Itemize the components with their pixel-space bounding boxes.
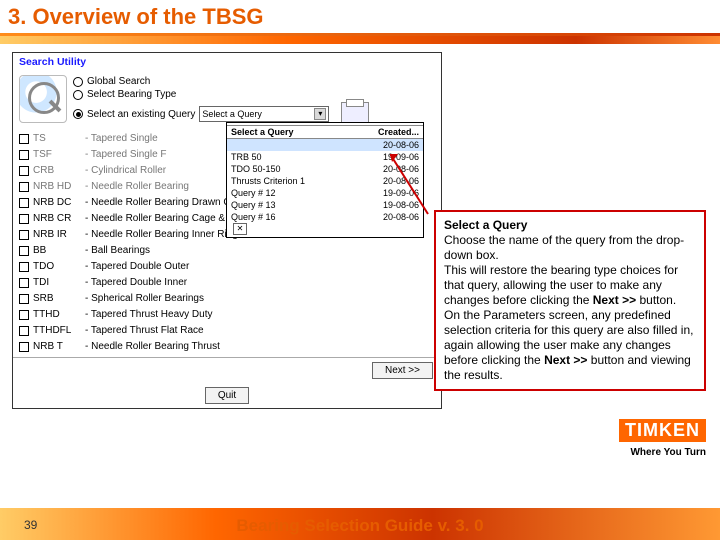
type-code: SRB (33, 291, 81, 307)
callout-line: Choose the name of the query from the dr… (444, 233, 684, 262)
bearing-type-row[interactable]: TTHDFL- Tapered Thrust Flat Race (19, 323, 435, 339)
callout-arrow (390, 154, 430, 224)
search-mode-group: Global Search Select Bearing Type Select… (73, 75, 435, 127)
radio-icon (73, 90, 83, 100)
type-name: - Tapered Double Inner (85, 275, 187, 291)
magnifier-icon (19, 75, 67, 123)
panel-heading: Search Utility (13, 53, 441, 71)
callout-next: Next >> (544, 353, 587, 367)
radio-label: Global Search (87, 76, 150, 87)
radio-global[interactable]: Global Search (73, 75, 435, 88)
bearing-type-row[interactable]: TTHD- Tapered Thrust Heavy Duty (19, 307, 435, 323)
dropdown-header-left: Select a Query (231, 127, 294, 137)
quit-button[interactable]: Quit (205, 387, 249, 404)
type-code: CRB (33, 163, 81, 179)
dropdown-item-name: Thrusts Criterion 1 (231, 175, 305, 187)
slide-title: 3. Overview of the TBSG (0, 0, 720, 36)
type-name: - Needle Roller Bearing Drawn Cup (85, 195, 242, 211)
brand-logo: TIMKEN (619, 419, 706, 442)
callout-line: button. (639, 293, 676, 307)
bearing-type-row[interactable]: NRB T- Needle Roller Bearing Thrust (19, 339, 435, 355)
type-code: TTHDFL (33, 323, 81, 339)
dropdown-item-name: TDO 50-150 (231, 163, 281, 175)
type-name: - Needle Roller Bearing (85, 179, 189, 195)
checkbox-icon[interactable] (19, 278, 29, 288)
slide-content: Search Utility Global Search Select Bear… (0, 44, 720, 504)
checkbox-icon[interactable] (19, 310, 29, 320)
dropdown-item-name: Query # 16 (231, 211, 276, 223)
dropdown-item[interactable]: 20-08-06 (227, 139, 423, 151)
type-code: NRB HD (33, 179, 81, 195)
checkbox-icon[interactable] (19, 214, 29, 224)
dropdown-header: Select a Query Created... (227, 126, 423, 139)
dropdown-item-name: Query # 12 (231, 187, 276, 199)
panel-top: Global Search Select Bearing Type Select… (13, 71, 441, 129)
type-name: - Tapered Double Outer (85, 259, 189, 275)
type-code: NRB T (33, 339, 81, 355)
type-code: NRB DC (33, 195, 81, 211)
bearing-type-row[interactable]: TDI- Tapered Double Inner (19, 275, 435, 291)
chevron-down-icon[interactable]: ▾ (314, 108, 326, 120)
checkbox-icon[interactable] (19, 230, 29, 240)
callout-next: Next >> (593, 293, 636, 307)
bearing-type-row[interactable]: SRB- Spherical Roller Bearings (19, 291, 435, 307)
checkbox-icon[interactable] (19, 198, 29, 208)
panel-buttons-2: Quit (13, 383, 441, 408)
type-name: - Needle Roller Bearing Inner Rings (85, 227, 243, 243)
radio-bearing-type[interactable]: Select Bearing Type (73, 88, 435, 101)
radio-icon (73, 77, 83, 87)
type-code: TS (33, 131, 81, 147)
radio-label: Select Bearing Type (87, 89, 176, 100)
checkbox-icon[interactable] (19, 166, 29, 176)
type-code: TTHD (33, 307, 81, 323)
brand-block: TIMKEN Where You Turn (619, 419, 706, 460)
checkbox-icon[interactable] (19, 246, 29, 256)
type-name: - Cylindrical Roller (85, 163, 166, 179)
dropdown-item-date: 20-08-06 (383, 139, 419, 151)
type-name: - Tapered Single (85, 131, 158, 147)
radio-label: Select an existing Query (87, 109, 195, 120)
type-name: - Spherical Roller Bearings (85, 291, 204, 307)
checkbox-icon[interactable] (19, 342, 29, 352)
checkbox-icon[interactable] (19, 134, 29, 144)
type-name: - Tapered Thrust Heavy Duty (85, 307, 212, 323)
type-name: - Needle Roller Bearing Thrust (85, 339, 220, 355)
type-name: - Ball Bearings (85, 243, 150, 259)
select-value: Select a Query (202, 109, 262, 119)
bearing-type-row[interactable]: BB- Ball Bearings (19, 243, 435, 259)
type-name: - Tapered Thrust Flat Race (85, 323, 204, 339)
callout-box: Select a Query Choose the name of the qu… (434, 210, 706, 391)
panel-buttons: Next >> (13, 357, 441, 383)
checkbox-icon[interactable] (19, 262, 29, 272)
type-name: - Tapered Single F (85, 147, 167, 163)
query-select[interactable]: Select a Query ▾ (199, 106, 329, 122)
checkbox-icon[interactable] (19, 150, 29, 160)
footer-title: Bearing Selection Guide v. 3. 0 (0, 516, 720, 536)
dropdown-item-name: Query # 13 (231, 199, 276, 211)
type-code: NRB CR (33, 211, 81, 227)
divider (0, 36, 720, 44)
type-code: TDO (33, 259, 81, 275)
checkbox-icon[interactable] (19, 182, 29, 192)
dropdown-header-right: Created... (378, 127, 419, 137)
type-code: BB (33, 243, 81, 259)
checkbox-icon[interactable] (19, 326, 29, 336)
callout-heading: Select a Query (444, 218, 527, 232)
close-icon[interactable]: ✕ (233, 223, 247, 235)
radio-icon (73, 109, 83, 119)
bearing-type-row[interactable]: TDO- Tapered Double Outer (19, 259, 435, 275)
next-button[interactable]: Next >> (372, 362, 433, 379)
type-code: NRB IR (33, 227, 81, 243)
checkbox-icon[interactable] (19, 294, 29, 304)
type-code: TSF (33, 147, 81, 163)
dropdown-item-name: TRB 50 (231, 151, 262, 163)
brand-tagline: Where You Turn (630, 447, 706, 458)
type-code: TDI (33, 275, 81, 291)
